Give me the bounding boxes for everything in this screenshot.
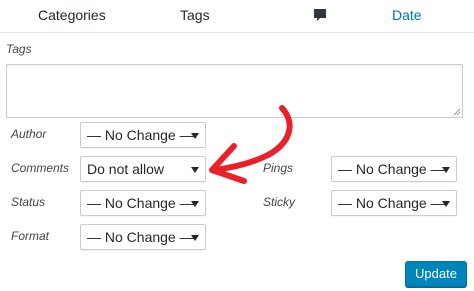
pings-label: Pings xyxy=(263,161,294,175)
format-select-value: — No Change — xyxy=(87,229,194,245)
sticky-label: Sticky xyxy=(263,195,296,209)
chevron-down-icon xyxy=(442,201,450,207)
status-label: Status xyxy=(11,195,46,209)
author-select-value: — No Change — xyxy=(87,127,194,143)
comments-label: Comments xyxy=(11,161,70,175)
update-button[interactable]: Update xyxy=(405,261,467,287)
pings-select[interactable]: — No Change — xyxy=(331,156,457,182)
column-header-row: Categories Tags Date xyxy=(0,0,474,33)
date-column-header[interactable]: Date xyxy=(392,7,422,23)
tags-column-header[interactable]: Tags xyxy=(180,7,210,23)
sticky-select[interactable]: — No Change — xyxy=(331,190,457,216)
chevron-down-icon xyxy=(191,167,199,173)
author-label: Author xyxy=(11,127,47,141)
chevron-down-icon xyxy=(191,201,199,207)
comments-select-value: Do not allow xyxy=(87,161,165,177)
sticky-select-value: — No Change — xyxy=(338,195,445,211)
annotation-arrow xyxy=(209,105,293,184)
comments-select[interactable]: Do not allow xyxy=(80,156,206,182)
categories-column-header[interactable]: Categories xyxy=(38,7,106,23)
resize-grip-icon[interactable] xyxy=(453,108,461,116)
format-label: Format xyxy=(11,229,50,243)
comment-bubble-icon[interactable] xyxy=(313,8,327,22)
chevron-down-icon xyxy=(442,167,450,173)
pings-select-value: — No Change — xyxy=(338,161,445,177)
tags-label: Tags xyxy=(6,42,32,56)
format-select[interactable]: — No Change — xyxy=(80,224,206,250)
chevron-down-icon xyxy=(191,133,199,139)
chevron-down-icon xyxy=(191,235,199,241)
status-select[interactable]: — No Change — xyxy=(80,190,206,216)
tags-textarea[interactable] xyxy=(6,64,463,118)
author-select[interactable]: — No Change — xyxy=(80,122,206,148)
status-select-value: — No Change — xyxy=(87,195,194,211)
